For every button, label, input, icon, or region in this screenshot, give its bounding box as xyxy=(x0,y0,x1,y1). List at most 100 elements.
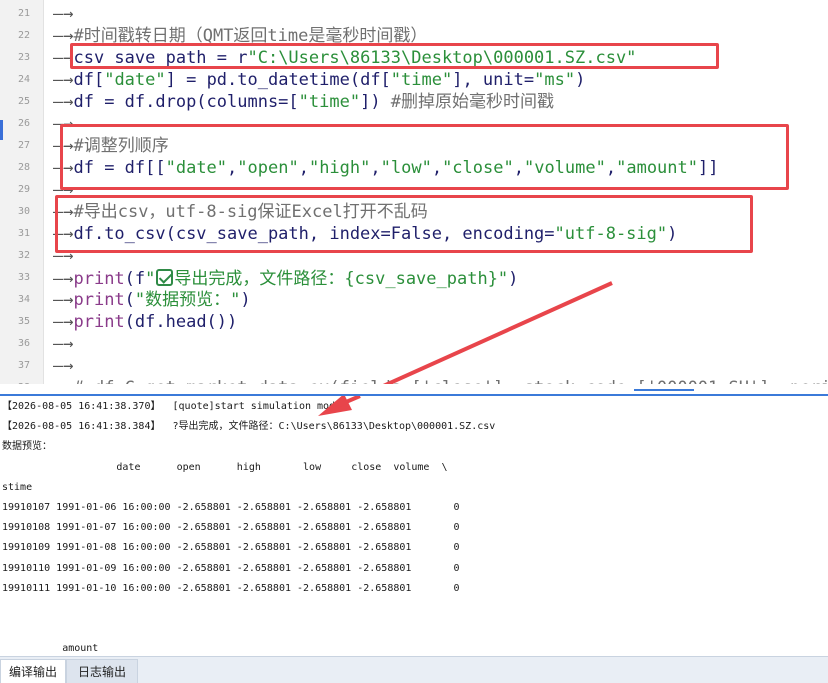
tab-arrow-icon: —→ xyxy=(53,70,74,90)
code-line[interactable]: 24 —→df["date"] = pd.to_datetime(df["time… xyxy=(0,69,828,91)
code-line[interactable]: 29 —→ xyxy=(0,179,828,201)
code-line[interactable]: 31 —→df.to_csv(csv_save_path, index=False… xyxy=(0,223,828,245)
code-text: —→print(df.head()) xyxy=(53,311,237,333)
code-text: —→# df=C.get_market_data_ex(fields=['clo… xyxy=(53,377,828,384)
tab-log-output[interactable]: 日志输出 xyxy=(66,659,138,683)
code-text: —→df = df[["date","open","high","low","c… xyxy=(53,157,718,179)
tab-arrow-icon: —→ xyxy=(53,114,74,134)
code-token: ) xyxy=(508,269,519,289)
code-string: "数据预览：" xyxy=(134,290,241,310)
line-number: 23 xyxy=(17,52,30,63)
tab-arrow-icon: —→ xyxy=(53,180,74,200)
console-line: stime xyxy=(2,481,33,493)
code-string: "ms" xyxy=(534,70,576,90)
code-token: , xyxy=(431,158,443,178)
panel-splitter[interactable] xyxy=(0,384,828,396)
code-token: , xyxy=(605,158,617,178)
code-text: —→df = df.drop(columns=["time"]) #删掉原始毫秒… xyxy=(53,91,554,113)
code-token: df = df[[ xyxy=(73,158,166,178)
line-number: 31 xyxy=(17,228,30,239)
console-line: 19910110 1991-01-09 16:00:00 -2.658801 -… xyxy=(2,562,460,574)
console-line: 【2026-08-05 16:41:38.384】 ?导出完成，文件路径：C:\… xyxy=(2,421,496,433)
line-number: 27 xyxy=(17,140,30,151)
console-line: 19910108 1991-01-07 16:00:00 -2.658801 -… xyxy=(2,522,460,534)
splitter-grip[interactable] xyxy=(634,389,694,393)
code-line[interactable]: 33 —→print(f" 导出完成，文件路径：{csv_save_path}") xyxy=(0,267,828,289)
tab-arrow-icon: —→ xyxy=(53,334,74,354)
line-number: 33 xyxy=(17,272,30,283)
code-string: 导出完成，文件路径：{csv_save_path}" xyxy=(174,269,509,289)
code-token: , xyxy=(370,158,381,178)
code-string: "open" xyxy=(237,158,299,178)
code-line[interactable]: 37 —→ xyxy=(0,355,828,377)
code-string: "date" xyxy=(104,70,166,90)
tab-arrow-icon: —→ xyxy=(53,92,74,112)
code-token: df.to_csv(csv_save_path, index=False, en… xyxy=(73,224,555,244)
code-token: ], unit= xyxy=(452,70,535,90)
code-token: df[ xyxy=(73,70,105,90)
line-number: 35 xyxy=(17,316,30,327)
output-console[interactable]: 【2026-08-05 16:41:38.370】 [quote]start s… xyxy=(0,396,828,656)
line-number: 21 xyxy=(17,8,30,19)
tab-arrow-icon: —→ xyxy=(53,356,74,376)
code-text: —→print("数据预览：") xyxy=(53,289,251,311)
code-token: , xyxy=(513,158,524,178)
tab-arrow-icon: —→ xyxy=(53,269,74,289)
code-token: , xyxy=(298,158,309,178)
tab-arrow-icon: —→ xyxy=(53,224,74,244)
tab-arrow-icon: —→ xyxy=(53,202,74,222)
code-string: "date" xyxy=(165,158,228,178)
code-line[interactable]: 35 —→print(df.head()) xyxy=(0,311,828,333)
code-line[interactable]: 25 —→df = df.drop(columns=["time"]) #删掉原始… xyxy=(0,91,828,113)
console-line: 19910111 1991-01-10 16:00:00 -2.658801 -… xyxy=(2,582,460,594)
code-string: "utf-8-sig" xyxy=(554,224,668,244)
code-text: —→csv_save_path = r"C:\Users\86133\Deskt… xyxy=(53,47,636,69)
code-builtin: print xyxy=(73,290,125,310)
code-line[interactable]: 32 —→ xyxy=(0,245,828,267)
code-token: ) xyxy=(575,70,586,90)
tab-arrow-icon: —→ xyxy=(53,136,74,156)
code-line[interactable]: 38 —→# df=C.get_market_data_ex(fields=['c… xyxy=(0,377,828,384)
code-token: csv_save_path = r xyxy=(73,48,248,68)
code-text: —→#时间戳转日期（QMT返回time是毫秒时间戳） xyxy=(53,25,427,47)
console-line: 19910109 1991-01-08 16:00:00 -2.658801 -… xyxy=(2,542,460,554)
line-number: 22 xyxy=(17,30,30,41)
code-text: —→ xyxy=(53,179,73,201)
line-number: 37 xyxy=(17,360,30,371)
console-line: date open high low close volume \ xyxy=(2,461,448,473)
code-comment: #删掉原始毫秒时间戳 xyxy=(390,92,555,112)
code-token: ] = pd.to_datetime(df[ xyxy=(165,70,391,90)
code-line[interactable]: 21 —→ xyxy=(0,3,828,25)
code-token: ) xyxy=(667,224,678,244)
code-token: , xyxy=(227,158,238,178)
line-number: 32 xyxy=(17,250,30,261)
code-line[interactable]: 30 —→#导出csv，utf-8-sig保证Excel打开不乱码 xyxy=(0,201,828,223)
console-line: 19910107 1991-01-06 16:00:00 -2.658801 -… xyxy=(2,502,460,513)
code-editor[interactable]: 21 —→ 22 —→#时间戳转日期（QMT返回time是毫秒时间戳） 23 —→csv_… xyxy=(0,0,828,384)
code-text: —→df.to_csv(csv_save_path, index=False, … xyxy=(53,223,677,245)
code-line[interactable]: 28 —→df = df[["date","open","high","low",… xyxy=(0,157,828,179)
console-line: 【2026-08-05 16:41:38.370】 [quote]start s… xyxy=(2,401,342,412)
code-line[interactable]: 36 —→ xyxy=(0,333,828,355)
code-string: " xyxy=(145,269,156,289)
code-line[interactable]: 26 —→ xyxy=(0,113,828,135)
code-token: ) xyxy=(240,290,251,310)
change-marker xyxy=(0,120,3,140)
tab-compile-output[interactable]: 编译输出 xyxy=(0,659,66,683)
code-text: —→df["date"] = pd.to_datetime(df["time"]… xyxy=(53,69,585,91)
tab-arrow-icon: —→ xyxy=(53,48,74,68)
code-line[interactable]: 27 —→#调整列顺序 xyxy=(0,135,828,157)
tab-arrow-icon: —→ xyxy=(53,26,74,46)
code-line[interactable]: 22 —→#时间戳转日期（QMT返回time是毫秒时间戳） xyxy=(0,25,828,47)
code-string: "time" xyxy=(390,70,453,90)
code-line[interactable]: 23 —→csv_save_path = r"C:\Users\86133\Des… xyxy=(0,47,828,69)
code-string: "C:\Users\86133\Desktop\000001.SZ.csv" xyxy=(247,48,637,68)
code-text: —→#导出csv，utf-8-sig保证Excel打开不乱码 xyxy=(53,201,428,223)
code-token: df = df.drop(columns=[ xyxy=(73,92,299,112)
code-builtin: print xyxy=(73,312,125,332)
code-string: "volume" xyxy=(523,158,606,178)
code-line[interactable]: 34 —→print("数据预览：") xyxy=(0,289,828,311)
tab-arrow-icon: —→ xyxy=(53,246,74,266)
code-token: ]] xyxy=(698,158,719,178)
line-number: 36 xyxy=(17,338,30,349)
